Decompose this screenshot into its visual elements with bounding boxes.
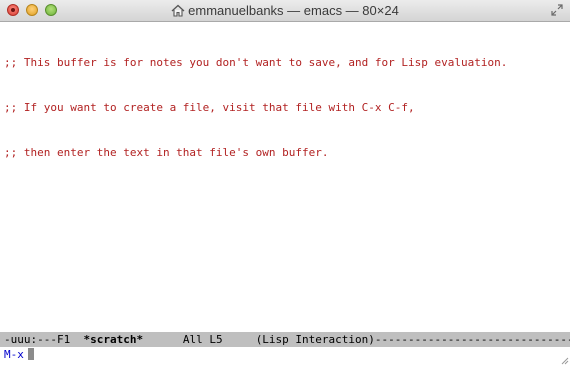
scratch-buffer[interactable]: ;; This buffer is for notes you don't wa… (0, 22, 570, 332)
terminal-window: emmanuelbanks — emacs — 80×24 ;; This bu… (0, 0, 570, 366)
window-title: emmanuelbanks — emacs — 80×24 (188, 3, 399, 18)
buffer-line: ;; This buffer is for notes you don't wa… (4, 56, 508, 69)
modeline-position: All L5 (143, 333, 256, 346)
title-bar[interactable]: emmanuelbanks — emacs — 80×24 (0, 0, 570, 22)
text-cursor (27, 348, 34, 360)
modeline-buffer-name: *scratch* (83, 333, 144, 346)
buffer-line: ;; If you want to create a file, visit t… (4, 101, 415, 114)
fullscreen-icon[interactable] (551, 4, 563, 16)
modeline-status: -uuu:---F1 (4, 333, 84, 346)
modeline-trailing: ----------------------------------------… (374, 333, 570, 346)
minibuffer-prompt: M-x (4, 348, 24, 361)
modeline-major-mode: (Lisp Interaction) (255, 333, 375, 346)
window-title-container: emmanuelbanks — emacs — 80×24 (0, 3, 570, 18)
buffer-line: ;; then enter the text in that file's ow… (4, 146, 329, 159)
home-icon (171, 4, 185, 17)
minibuffer[interactable]: M-x (0, 347, 570, 363)
resize-grip-icon[interactable] (559, 355, 569, 365)
mode-line: -uuu:---F1 *scratch* All L5 (Lisp Intera… (0, 332, 570, 347)
